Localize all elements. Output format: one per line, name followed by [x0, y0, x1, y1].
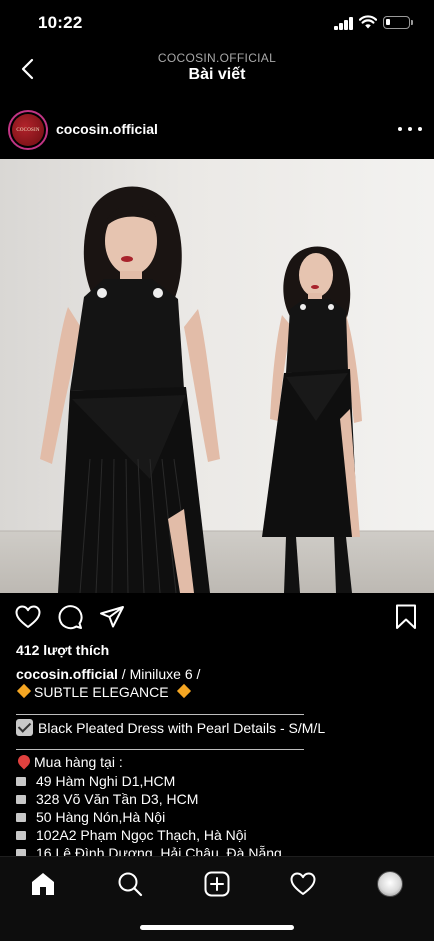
post-actions [0, 598, 434, 638]
profile-avatar [377, 871, 403, 897]
post-header: COCOSIN cocosin.official [0, 100, 434, 158]
store-address: 328 Võ Văn Tần D3, HCM [36, 791, 199, 807]
bookmark-icon [396, 604, 416, 629]
activity-icon [290, 872, 316, 895]
post-photo[interactable] [0, 159, 434, 593]
orange-diamond-icon [16, 683, 32, 699]
status-bar: 10:22 [0, 0, 434, 46]
buy-title: Mua hàng tại : [34, 754, 123, 770]
caption-buy-title: Mua hàng tại : [15, 752, 123, 771]
home-indicator [140, 925, 294, 930]
store-address: 49 Hàm Nghi D1,HCM [36, 773, 176, 789]
store-address: 102A2 Phạm Ngọc Thạch, Hà Nội [36, 827, 247, 843]
caption-collection: / Miniluxe 6 / [117, 666, 201, 682]
home-icon [32, 873, 54, 895]
cellular-signal-icon [334, 17, 354, 30]
caption-product: Black Pleated Dress with Pearl Details -… [16, 719, 325, 737]
wifi-icon [358, 15, 378, 29]
comment-icon [58, 605, 83, 630]
caption-line-1: cocosin.official / Miniluxe 6 / [16, 665, 200, 683]
checkbox-icon [16, 719, 33, 736]
square-bullet-icon [16, 795, 26, 804]
avatar-logo-text: COCOSIN [16, 127, 40, 133]
more-options-button[interactable] [398, 121, 422, 137]
orange-diamond-icon [176, 683, 191, 699]
store-item: 328 Võ Văn Tần D3, HCM [16, 790, 198, 808]
search-icon [118, 872, 143, 897]
caption-divider [16, 714, 304, 715]
two-models-black-pleated-dress-photo [0, 159, 434, 593]
avatar[interactable]: COCOSIN [8, 110, 48, 150]
add-post-icon [204, 871, 230, 897]
battery-cap [411, 20, 413, 25]
caption-username[interactable]: cocosin.official [16, 666, 118, 682]
like-button[interactable] [14, 603, 42, 631]
nav-header: COCOSIN.OFFICIAL Bài viết [0, 46, 434, 94]
square-bullet-icon [16, 777, 26, 786]
square-bullet-icon [16, 813, 26, 822]
location-pin-icon [15, 752, 33, 770]
like-count[interactable]: 412 lượt thích [16, 642, 109, 658]
caption-line-2: SUBTLE ELEGANCE [16, 683, 194, 701]
page-title: Bài viết [188, 66, 246, 83]
caption-tagline: SUBTLE ELEGANCE [34, 684, 169, 700]
store-item: 50 Hàng Nón,Hà Nội [16, 808, 165, 826]
store-item: 49 Hàm Nghi D1,HCM [16, 772, 175, 790]
account-name: COCOSIN.OFFICIAL [157, 51, 277, 65]
share-button[interactable] [98, 603, 126, 631]
tab-profile[interactable] [375, 869, 405, 899]
comment-button[interactable] [56, 603, 84, 631]
store-item: 102A2 Phạm Ngọc Thạch, Hà Nội [16, 826, 247, 844]
save-button[interactable] [392, 603, 420, 631]
tab-home[interactable] [28, 869, 58, 899]
square-bullet-icon [16, 831, 26, 840]
status-time: 10:22 [38, 13, 83, 32]
username-link[interactable]: cocosin.official [56, 121, 158, 137]
caption-divider [16, 749, 304, 750]
tab-activity[interactable] [288, 869, 318, 899]
send-icon [100, 606, 124, 628]
tab-search[interactable] [115, 869, 145, 899]
store-address: 50 Hàng Nón,Hà Nội [36, 809, 166, 825]
battery-icon [383, 16, 410, 29]
heart-icon [15, 605, 41, 628]
tab-new-post[interactable] [202, 869, 232, 899]
product-description: Black Pleated Dress with Pearl Details -… [38, 720, 326, 736]
